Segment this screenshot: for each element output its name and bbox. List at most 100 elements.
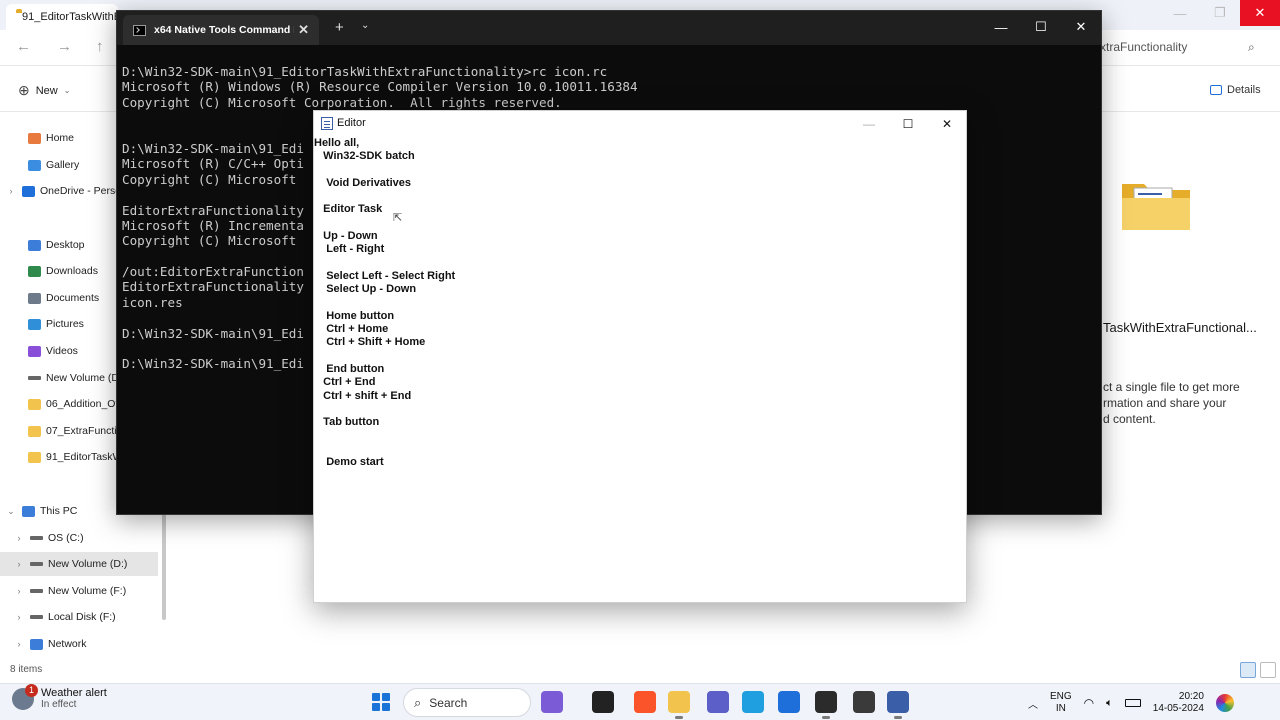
search-icon: ⌕ — [414, 694, 422, 710]
file-explorer-icon[interactable] — [668, 691, 690, 719]
edge-browser-icon[interactable] — [742, 691, 764, 713]
preview-title: TaskWithExtraFunctional... — [1103, 320, 1257, 335]
desktop-icon — [28, 239, 41, 251]
status-bar-item-count: 8 items — [10, 664, 43, 675]
minimize-icon[interactable]: — — [860, 115, 878, 133]
clock-time: 20:20 — [1178, 691, 1204, 702]
minimize-icon[interactable]: — — [1160, 0, 1200, 26]
copilot-app-icon[interactable] — [541, 691, 563, 713]
chevron-right-icon[interactable]: › — [8, 612, 30, 622]
close-icon[interactable]: ✕ — [1061, 11, 1101, 43]
maximize-icon[interactable]: ☐ — [1021, 11, 1061, 43]
drive-icon — [30, 562, 43, 566]
search-icon[interactable]: ⌕ — [1248, 40, 1255, 55]
sidebar-item-label: New Volume (D:) — [48, 558, 128, 570]
explorer-tab-title: 91_EditorTaskWithExtraFunctionality — [22, 11, 118, 23]
network-icon — [30, 638, 43, 650]
explorer-tab[interactable]: 91_EditorTaskWithExtraFunctionality — [6, 4, 118, 30]
sidebar-item[interactable]: › Network — [0, 632, 158, 656]
weather-alert-badge: 1 — [25, 683, 38, 697]
sidebar-item-label: New Volume (D:) — [46, 372, 126, 384]
preview-hint-line: ct a single file to get more — [1103, 380, 1240, 394]
microsoft-store-icon[interactable] — [778, 691, 800, 713]
taskbar: 1 Weather alert In effect ⌕ Search ︿ ENG… — [0, 683, 1280, 720]
weather-icon: 1 — [12, 683, 38, 710]
tiles-view-icon[interactable] — [1260, 662, 1276, 678]
up-arrow-icon[interactable]: ↑ — [96, 38, 104, 55]
close-tab-icon[interactable]: ✕ — [298, 22, 309, 38]
notepad-editor-icon[interactable] — [887, 691, 909, 719]
back-arrow-icon[interactable]: ← — [16, 38, 31, 55]
sidebar-item-label: Documents — [46, 292, 100, 304]
chevron-right-icon[interactable]: › — [8, 533, 30, 543]
terminal-app-icon[interactable] — [815, 691, 837, 719]
color-wheel-icon[interactable] — [1215, 694, 1234, 712]
drive-icon — [30, 615, 43, 619]
minimize-icon[interactable]: — — [981, 11, 1021, 43]
sidebar-item[interactable]: › Local Disk (F:) — [0, 605, 158, 629]
restore-icon[interactable]: ❐ — [1200, 0, 1240, 26]
new-button[interactable]: ⊕ New ⌄ — [18, 82, 70, 99]
sidebar-item-label: This PC — [40, 505, 78, 517]
weather-widget[interactable]: 1 Weather alert In effect — [12, 683, 107, 710]
editor-titlebar: Editor — ☐ ✕ — [314, 111, 966, 137]
chevron-down-icon[interactable]: ⌄ — [0, 506, 22, 517]
editor-text-area[interactable]: Hello all, Win32-SDK batch Void Derivati… — [314, 137, 966, 602]
sidebar-item-label: Local Disk (F:) — [48, 611, 116, 623]
obs-studio-icon[interactable] — [853, 691, 875, 713]
volume-icon[interactable]: 🔈︎ — [1106, 697, 1113, 710]
system-tray: ︿ ENG IN ◠ 🔈︎ 20:20 14-05-2024 — [1028, 686, 1234, 720]
chevron-right-icon[interactable]: › — [8, 586, 30, 596]
chevron-down-icon[interactable]: ⌄ — [361, 20, 369, 31]
details-view-icon[interactable] — [1240, 662, 1256, 678]
editor-title: Editor — [337, 117, 366, 129]
wifi-icon[interactable]: ◠ — [1084, 696, 1094, 710]
teams-icon[interactable] — [707, 691, 729, 713]
close-icon[interactable]: ✕ — [1240, 0, 1280, 26]
cloud-icon — [22, 185, 35, 197]
terminal-line: Copyright (C) Microsoft Corporation. All… — [122, 94, 562, 110]
document-icon — [28, 292, 41, 304]
pc-icon — [22, 505, 35, 517]
clock[interactable]: 20:20 14-05-2024 — [1153, 691, 1204, 715]
preview-hint-line: d content. — [1103, 412, 1156, 426]
new-tab-icon[interactable]: + — [335, 19, 344, 36]
address-bar-text[interactable]: xtraFunctionality — [1100, 40, 1187, 54]
terminal-window-controls: — ☐ ✕ — [981, 11, 1101, 43]
sidebar-item-label: Pictures — [46, 318, 84, 330]
mouse-cursor-icon: ⇱ — [393, 212, 403, 224]
drive-icon — [28, 376, 41, 380]
sidebar-item-label: Downloads — [46, 265, 98, 277]
forward-arrow-icon[interactable]: → — [57, 38, 72, 55]
terminal-line: Microsoft (R) Windows (R) Resource Compi… — [122, 79, 638, 95]
chevron-right-icon[interactable]: › — [8, 639, 30, 649]
maximize-icon[interactable]: ☐ — [899, 115, 917, 133]
details-button[interactable]: Details — [1210, 84, 1261, 96]
chevron-right-icon[interactable]: › — [0, 186, 22, 196]
taskbar-search[interactable]: ⌕ Search — [403, 688, 531, 717]
chevron-right-icon[interactable]: › — [8, 559, 30, 569]
notepad-icon — [321, 117, 333, 130]
sidebar-item-label: Videos — [46, 345, 78, 357]
sidebar-item[interactable]: › New Volume (F:) — [0, 579, 158, 603]
search-label: Search — [429, 695, 468, 710]
sidebar-item[interactable]: › New Volume (D:) — [0, 552, 158, 576]
details-pane-icon — [1210, 85, 1222, 95]
terminal-titlebar: x64 Native Tools Command Prompt ✕ + ⌄ — … — [117, 11, 1101, 45]
show-hidden-icons-icon[interactable]: ︿ — [1028, 696, 1038, 711]
clock-date: 14-05-2024 — [1152, 703, 1204, 714]
language-indicator[interactable]: ENG IN — [1050, 691, 1072, 715]
editor-window: Editor — ☐ ✕ Hello all, Win32-SDK batch … — [313, 110, 967, 603]
weather-subtitle: In effect — [41, 699, 77, 710]
brave-browser-icon[interactable] — [634, 691, 656, 713]
folder-icon — [28, 425, 41, 437]
start-button[interactable] — [372, 693, 390, 711]
details-button-label: Details — [1227, 84, 1261, 96]
terminal-tab[interactable]: x64 Native Tools Command Prompt ✕ — [123, 15, 319, 45]
task-view-icon[interactable] — [592, 691, 614, 713]
close-icon[interactable]: ✕ — [938, 115, 956, 133]
sidebar-item[interactable]: › OS (C:) — [0, 526, 158, 550]
sidebar-item-label: OS (C:) — [48, 532, 84, 544]
sidebar-item-label: Gallery — [46, 159, 80, 171]
battery-icon[interactable] — [1124, 699, 1141, 707]
